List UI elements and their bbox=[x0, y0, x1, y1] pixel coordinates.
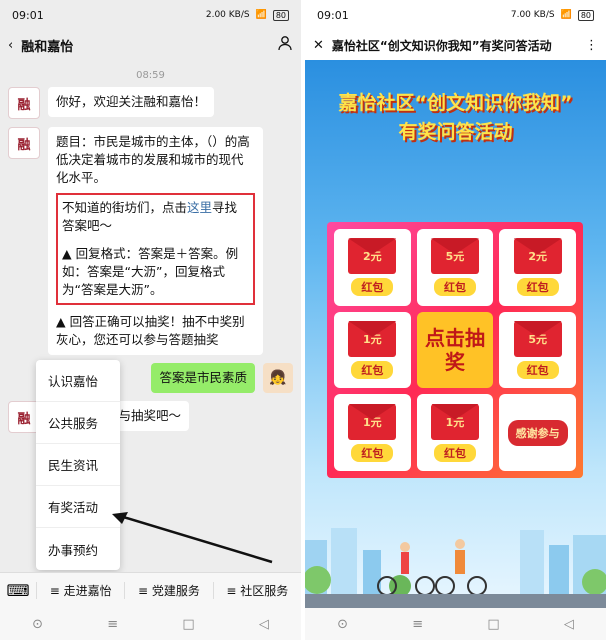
prize-label: 红包 bbox=[433, 278, 476, 297]
menu-item[interactable]: ≡ 社区服务 bbox=[212, 582, 301, 599]
home-icon[interactable]: □ bbox=[182, 617, 194, 632]
prize-cell: 1元 红包 bbox=[416, 394, 494, 471]
wifi-icon: 📶 bbox=[560, 10, 572, 20]
prize-cell: 1元 红包 bbox=[334, 394, 411, 471]
back-nav-icon[interactable]: ◁ bbox=[259, 617, 269, 632]
submenu-item[interactable]: 认识嘉怡 bbox=[36, 360, 120, 402]
back-nav-icon[interactable]: ◁ bbox=[564, 617, 574, 632]
message-bubble: 你好，欢迎关注融和嘉怡！ bbox=[48, 87, 215, 117]
hint-link[interactable]: 这里 bbox=[187, 200, 212, 215]
road-strip bbox=[305, 594, 606, 608]
assist-icon[interactable]: ⊙ bbox=[32, 617, 43, 632]
prize-cell: 2元 红包 bbox=[499, 229, 576, 306]
city-illustration bbox=[305, 528, 606, 600]
avatar[interactable]: 融 bbox=[8, 127, 40, 159]
prize-label: 红包 bbox=[351, 278, 394, 297]
status-time: 09:01 bbox=[317, 8, 349, 22]
back-icon[interactable]: ‹ bbox=[8, 38, 13, 53]
status-bar: 09:01 2.00 KB/S 📶 80 bbox=[0, 0, 301, 30]
prize-cell: 2元 红包 bbox=[334, 229, 411, 306]
poster-title: 嘉怡社区“创文知识你我知” bbox=[338, 92, 573, 114]
status-time: 09:01 bbox=[12, 8, 44, 22]
chat-timestamp: 08:59 bbox=[136, 70, 165, 81]
menu-item[interactable]: ≡ 走进嘉怡 bbox=[36, 582, 124, 599]
prize-cell: 5元 红包 bbox=[499, 311, 576, 389]
thanks-cell: 感谢参与 bbox=[499, 394, 576, 471]
wechat-chat-screen: 09:01 2.00 KB/S 📶 80 ‹ 融和嘉怡 08:59 融 你好，欢… bbox=[0, 0, 301, 640]
poster-subtitle: 有奖问答活动 bbox=[398, 121, 513, 143]
submenu-item[interactable]: 公共服务 bbox=[36, 402, 120, 444]
close-icon[interactable]: ✕ bbox=[313, 38, 324, 53]
chat-header: ‹ 融和嘉怡 bbox=[0, 30, 301, 60]
hint-prefix: 不知道的街坊们，点击 bbox=[62, 200, 188, 215]
page-title: 嘉怡社区“创文知识你我知”有奖问答活动 bbox=[331, 38, 552, 53]
status-bar: 09:01 7.00 KB/S 📶 80 bbox=[305, 0, 606, 30]
red-envelope-icon: 5元 bbox=[513, 320, 562, 357]
message-bubble: 答案是市民素质 bbox=[151, 363, 255, 393]
assist-icon[interactable]: ⊙ bbox=[337, 617, 348, 632]
keyboard-icon[interactable]: ⌨ bbox=[0, 581, 36, 600]
home-icon[interactable]: □ bbox=[487, 617, 499, 632]
highlight-box: 不知道的街坊们，点击这里寻找答案吧～ ▲ 回复格式：答案是＋答案。例如：答案是“… bbox=[56, 193, 255, 305]
thanks-label: 感谢参与 bbox=[507, 419, 568, 446]
menu-item[interactable]: ≡ 党建服务 bbox=[124, 582, 212, 599]
message-welcome: 融 你好，欢迎关注融和嘉怡！ bbox=[0, 87, 301, 119]
network-speed: 2.00 KB/S bbox=[205, 10, 250, 20]
page-header: ✕ 嘉怡社区“创文知识你我知”有奖问答活动 ⋮ bbox=[305, 30, 606, 60]
arrow-annotation bbox=[112, 512, 273, 564]
lottery-text-b: 灰心，您还可以参与答题抽奖 bbox=[56, 332, 219, 347]
prize-cell: 5元 红包 bbox=[416, 229, 494, 306]
red-envelope-icon: 1元 bbox=[348, 320, 397, 357]
network-speed: 7.00 KB/S bbox=[510, 10, 555, 20]
status-icons: 2.00 KB/S 📶 80 bbox=[205, 9, 289, 21]
prize-label: 红包 bbox=[516, 360, 559, 379]
prize-label: 红包 bbox=[351, 360, 394, 379]
menu-icon[interactable]: ≡ bbox=[107, 617, 118, 632]
battery-icon: 80 bbox=[577, 9, 594, 21]
red-envelope-icon: 1元 bbox=[430, 403, 479, 440]
draw-button[interactable]: 点击抽奖 bbox=[416, 311, 494, 389]
format-text: ▲ 回复格式：答案是＋答案。例如：答案是“大沥”，回复格式为“答案是大沥”。 bbox=[62, 246, 239, 297]
system-nav: ⊙ ≡ □ ◁ bbox=[0, 608, 301, 640]
chat-title: 融和嘉怡 bbox=[21, 39, 74, 55]
user-avatar[interactable]: 👧 bbox=[263, 363, 293, 393]
question-text: 题目：市民是城市的主体，（）的高低决定着城市的发展和城市的现代化水平。 bbox=[56, 134, 250, 185]
profile-icon[interactable] bbox=[277, 35, 293, 55]
lottery-grid: 2元 红包 5元 红包 2元 红包 1元 红包 点击抽奖 5元 红包 1元 红包… bbox=[327, 222, 583, 478]
prize-label: 红包 bbox=[351, 443, 394, 462]
bottom-menu: ⌨ ≡ 走进嘉怡 ≡ 党建服务 ≡ 社区服务 bbox=[0, 572, 301, 608]
submenu-item[interactable]: 民生资讯 bbox=[36, 444, 120, 486]
battery-icon: 80 bbox=[272, 9, 289, 21]
hint-text: 不知道的街坊们，点击这里寻找答案吧～ bbox=[62, 199, 249, 235]
red-envelope-icon: 5元 bbox=[430, 238, 479, 275]
more-icon[interactable]: ⋮ bbox=[585, 38, 598, 53]
status-icons: 7.00 KB/S 📶 80 bbox=[510, 9, 594, 21]
prize-cell: 1元 红包 bbox=[334, 311, 411, 389]
red-envelope-icon: 2元 bbox=[348, 238, 397, 275]
lottery-page-screen: 09:01 7.00 KB/S 📶 80 ✕ 嘉怡社区“创文知识你我知”有奖问答… bbox=[305, 0, 606, 640]
lottery-text-a: ▲ 回答正确可以抽奖！抽不中奖别 bbox=[56, 314, 245, 329]
message-bubble: 题目：市民是城市的主体，（）的高低决定着城市的发展和城市的现代化水平。 不知道的… bbox=[48, 127, 263, 355]
prize-label: 红包 bbox=[433, 443, 476, 462]
prize-label: 红包 bbox=[516, 278, 559, 297]
avatar[interactable]: 融 bbox=[8, 87, 40, 119]
red-envelope-icon: 2元 bbox=[513, 238, 562, 275]
red-envelope-icon: 1元 bbox=[348, 403, 397, 440]
wifi-icon: 📶 bbox=[255, 10, 267, 20]
system-nav: ⊙ ≡ □ ◁ bbox=[305, 608, 606, 640]
menu-icon[interactable]: ≡ bbox=[412, 617, 423, 632]
message-question: 融 题目：市民是城市的主体，（）的高低决定着城市的发展和城市的现代化水平。 不知… bbox=[0, 127, 301, 355]
